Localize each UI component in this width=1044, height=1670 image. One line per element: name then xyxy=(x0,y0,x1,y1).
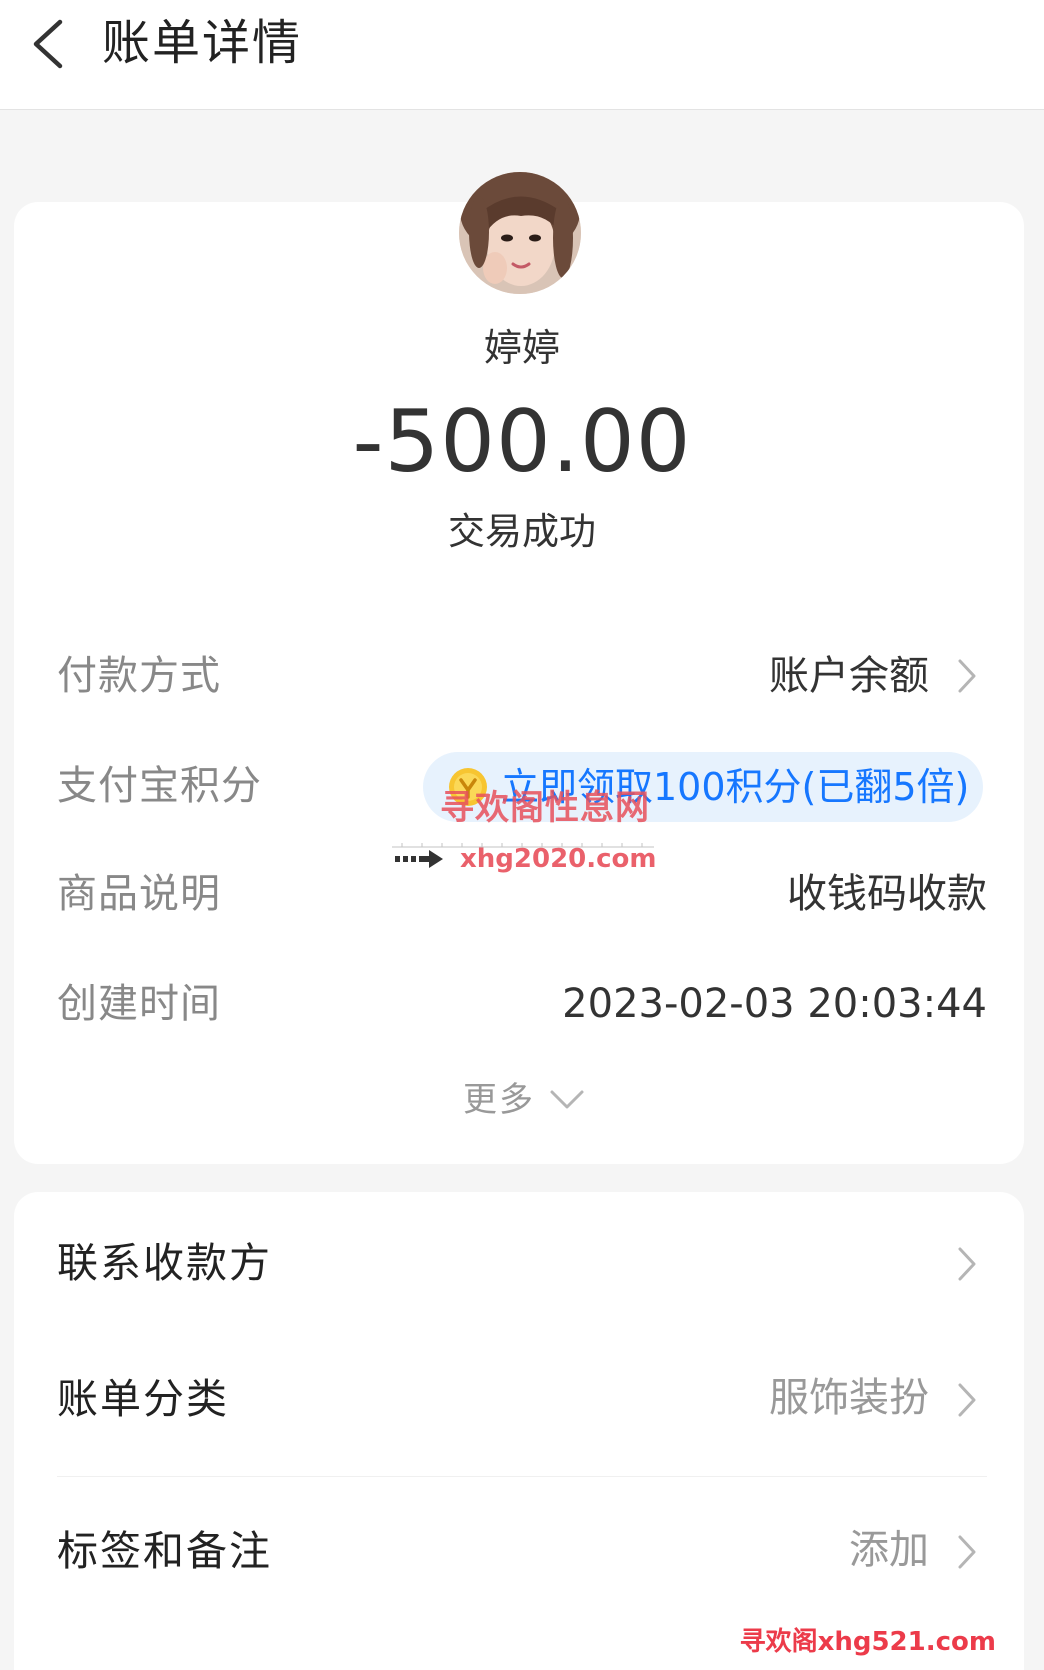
payment-method-label: 付款方式 xyxy=(57,653,221,699)
header-bar: 账单详情 xyxy=(0,0,1044,110)
tags-notes-label[interactable]: 标签和备注 xyxy=(57,1522,272,1580)
created-time-label: 创建时间 xyxy=(57,981,221,1027)
contact-payee-label[interactable]: 联系收款方 xyxy=(57,1234,272,1292)
chevron-right-icon[interactable] xyxy=(952,656,982,696)
transaction-status: 交易成功 xyxy=(448,510,596,553)
back-button[interactable] xyxy=(18,14,78,74)
page-title: 账单详情 xyxy=(102,15,303,71)
chevron-right-icon[interactable] xyxy=(952,1532,982,1572)
watermark-url: xhg2020.com xyxy=(460,844,657,874)
chevron-right-icon[interactable] xyxy=(952,1244,982,1284)
bill-category-value[interactable]: 服饰装扮 xyxy=(769,1370,929,1426)
row-divider xyxy=(57,1476,987,1477)
product-value: 收钱码收款 xyxy=(787,871,987,917)
watermark-arrow-icon xyxy=(395,850,443,868)
transaction-amount: -500.00 xyxy=(352,392,692,492)
chevron-right-icon[interactable] xyxy=(952,1380,982,1420)
payment-method-value[interactable]: 账户余额 xyxy=(769,648,929,704)
bill-category-label[interactable]: 账单分类 xyxy=(57,1370,229,1428)
back-arrow-icon xyxy=(33,19,63,69)
more-label: 更多 xyxy=(463,1080,535,1120)
points-label: 支付宝积分 xyxy=(57,763,262,809)
watermark-text: 寻欢阁性息网 xyxy=(440,788,650,828)
created-time-value: 2023-02-03 20:03:44 xyxy=(562,981,987,1027)
chevron-down-icon xyxy=(550,1090,584,1109)
more-button[interactable]: 更多 xyxy=(463,1076,585,1124)
watermark-corner: 寻欢阁xhg521.com xyxy=(739,1627,996,1657)
avatar[interactable] xyxy=(459,172,581,294)
tags-notes-value[interactable]: 添加 xyxy=(849,1522,929,1578)
product-label: 商品说明 xyxy=(57,871,221,917)
payee-name: 婷婷 xyxy=(483,326,560,370)
